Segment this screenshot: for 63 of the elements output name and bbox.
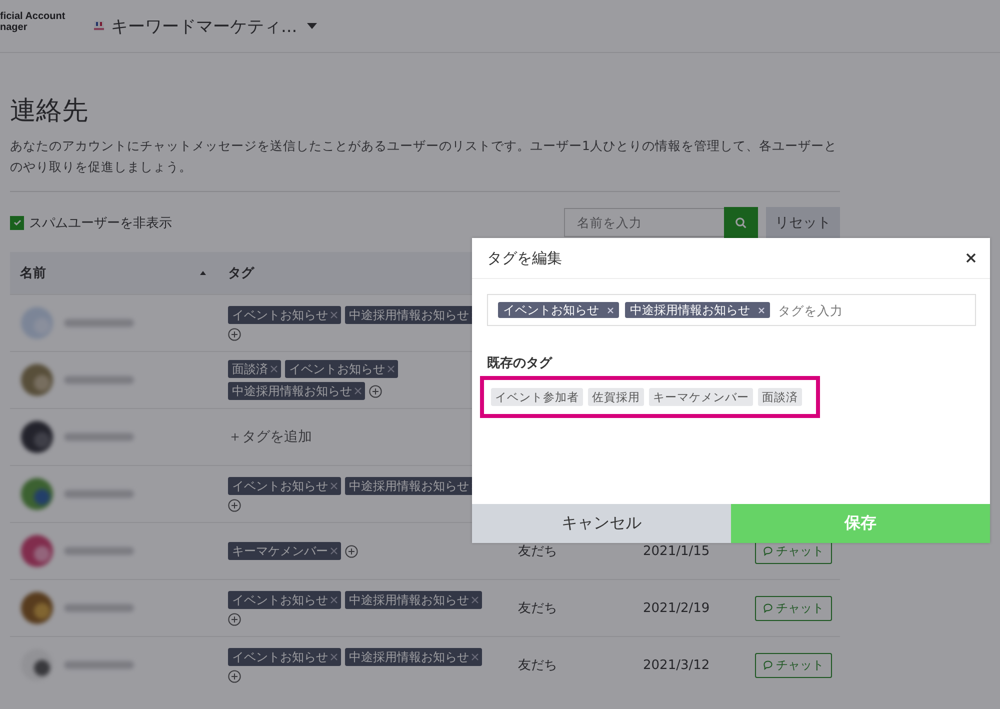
add-tag-icon[interactable] (345, 544, 358, 558)
search-button[interactable] (724, 207, 758, 238)
blurred-name (64, 547, 134, 555)
add-tag-icon[interactable] (228, 670, 241, 682)
speech-bubble-icon (763, 603, 773, 613)
date-text: 2021/2/19 (643, 600, 710, 616)
existing-tag[interactable]: 佐賀採用 (588, 388, 644, 406)
add-tag-icon[interactable] (228, 328, 241, 340)
date-text: 2021/1/15 (643, 544, 710, 558)
account-icon (93, 20, 105, 32)
blurred-name (64, 433, 134, 441)
check-icon (12, 218, 22, 227)
tag-chip: 中途採用情報お知らせ (228, 382, 365, 400)
tag-chip: イベントお知らせ (285, 360, 398, 378)
add-tag-link[interactable]: ＋タグを追加 (228, 428, 312, 446)
date-text: 2021/3/12 (643, 658, 710, 672)
section-heading: 既存のタグ (487, 355, 554, 372)
dropdown-caret-icon[interactable] (307, 23, 318, 29)
add-tag-icon[interactable] (369, 384, 382, 398)
search-field[interactable]: 名前を入力 (564, 208, 724, 237)
tag-input-field[interactable]: イベントお知らせ 中途採用情報お知らせ タグを入力 (487, 294, 976, 326)
chat-button[interactable]: チャット (755, 596, 832, 620)
selected-tag: イベントお知らせ (498, 302, 619, 318)
dialog-title: タグを編集 (487, 248, 562, 268)
existing-tag[interactable]: キーマケメンバー (649, 388, 753, 406)
tag-chip: 中途採用情報お知らせ (345, 648, 482, 666)
logo-text: nager (0, 22, 28, 33)
column-header[interactable]: 名前 (20, 264, 46, 282)
speech-bubble-icon (763, 546, 773, 556)
checkbox[interactable] (10, 216, 24, 230)
tag-chip: 中途採用情報お知らせ (345, 590, 482, 608)
account-name[interactable]: キーワードマーケティ... (111, 14, 298, 38)
search-icon (735, 216, 747, 228)
tag-chip: イベントお知らせ (228, 648, 341, 666)
chat-button[interactable]: チャット (755, 652, 832, 678)
tag-chip: 面談済 (228, 360, 281, 378)
close-icon[interactable] (966, 253, 976, 263)
existing-tag[interactable]: 面談済 (758, 388, 802, 406)
add-tag-icon[interactable] (228, 612, 241, 626)
tag-chip: イベントお知らせ (228, 476, 341, 494)
friend-status: 友だち (518, 658, 557, 673)
blurred-name (64, 661, 134, 669)
speech-bubble-icon (763, 660, 773, 670)
logo-text: ficial Account (0, 11, 66, 22)
blurred-name (64, 319, 134, 327)
friend-status: 友だち (518, 544, 557, 559)
selected-tag: 中途採用情報お知らせ (625, 302, 770, 318)
tag-chip: キーマケメンバー (228, 542, 341, 560)
blurred-name (64, 376, 134, 384)
tag-chip: イベントお知らせ (228, 306, 341, 324)
column-header: タグ (228, 265, 254, 282)
existing-tag[interactable]: イベント参加者 (491, 388, 583, 406)
tag-chip: イベントお知らせ (228, 590, 341, 608)
checkbox-label: スパムユーザーを非表示 (29, 214, 172, 232)
add-tag-icon[interactable] (228, 498, 241, 512)
blurred-name (64, 604, 134, 612)
friend-status: 友だち (518, 601, 557, 616)
blurred-name (64, 490, 134, 498)
page-title: 連絡先 (10, 95, 89, 127)
reset-button[interactable]: リセット (766, 207, 840, 238)
sort-icon[interactable] (200, 271, 206, 275)
page-description: あなたのアカウントにチャットメッセージを送信したことがあるユーザーのリストです。ユーザー1人ひとりの情報を管理して、各ユーザーとのやり取りを促進しましょう。 (10, 137, 838, 176)
cancel-button[interactable]: キャンセル (472, 504, 731, 543)
